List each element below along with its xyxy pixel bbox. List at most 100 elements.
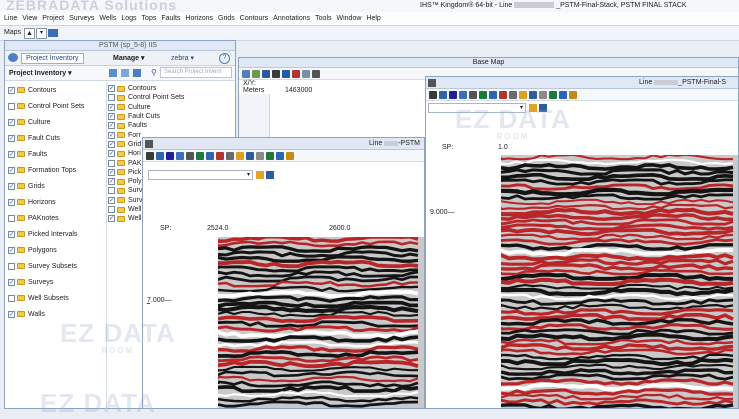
checkbox[interactable]: ✓ <box>108 168 115 176</box>
sub-item[interactable]: ✓ Faults <box>108 121 158 130</box>
inventory-item[interactable]: ✓ Polygons <box>8 244 103 256</box>
checkbox[interactable] <box>8 294 15 302</box>
menu-wells[interactable]: Wells <box>99 15 116 22</box>
sub-item[interactable]: Control Point Sets <box>108 93 184 102</box>
globe-icon[interactable] <box>262 69 270 78</box>
save-icon[interactable] <box>242 69 250 78</box>
toolbar-tool-icon[interactable] <box>549 90 557 99</box>
checkbox[interactable]: ✓ <box>108 196 115 204</box>
menu-surveys[interactable]: Surveys <box>69 15 94 22</box>
checkbox[interactable]: ✓ <box>8 230 15 238</box>
ruler-icon[interactable] <box>312 69 320 78</box>
checkbox[interactable]: ✓ <box>8 134 15 142</box>
toolbar-tool-icon[interactable] <box>489 90 497 99</box>
color-bar-icon[interactable] <box>292 69 300 78</box>
sub-item[interactable]: ✓ Contours <box>108 84 158 93</box>
toolbar-tool-icon[interactable] <box>499 90 507 99</box>
toolbar-tool-icon[interactable] <box>509 90 517 99</box>
toolbar-tool-icon[interactable] <box>146 151 154 160</box>
layers-icon[interactable] <box>121 69 129 77</box>
project-inventory-tab[interactable]: Project Inventory <box>21 53 84 64</box>
toolbar-tool-icon[interactable] <box>156 151 164 160</box>
toolbar-tool-icon[interactable] <box>559 90 567 99</box>
toolbar-tool-icon[interactable] <box>539 90 547 99</box>
menu-view[interactable]: View <box>22 15 37 22</box>
inventory-item[interactable]: ✓ Fault Cuts <box>8 132 103 144</box>
menu-annotations[interactable]: Annotations <box>273 15 310 22</box>
toolbar-tool-icon[interactable] <box>166 151 174 160</box>
inventory-item[interactable]: Well Subsets <box>8 292 103 304</box>
menu-tops[interactable]: Tops <box>142 15 157 22</box>
checkbox[interactable]: ✓ <box>108 150 115 158</box>
menu-horizons[interactable]: Horizons <box>185 15 213 22</box>
checkbox[interactable]: ✓ <box>8 278 15 286</box>
checkbox[interactable]: ✓ <box>108 131 115 139</box>
inventory-item[interactable]: PAKnotes <box>8 212 103 224</box>
right-seismic-section[interactable] <box>501 155 738 408</box>
chart-icon[interactable] <box>282 69 290 78</box>
menu-logs[interactable]: Logs <box>121 15 136 22</box>
inventory-item[interactable]: ✓ Culture <box>8 116 103 128</box>
toolbar-tool-icon[interactable] <box>236 151 244 160</box>
toolbar-tool-icon[interactable] <box>479 90 487 99</box>
checkbox[interactable]: ✓ <box>108 113 115 121</box>
checkbox[interactable] <box>8 214 15 222</box>
checkbox[interactable]: ✓ <box>8 118 15 126</box>
inventory-item[interactable]: ✓ Surveys <box>8 276 103 288</box>
manage-button[interactable]: Manage ▾ <box>113 54 145 62</box>
checkbox[interactable]: ✓ <box>108 122 115 130</box>
toolbar-tool-icon[interactable] <box>439 90 447 99</box>
inventory-item[interactable]: ✓ Grids <box>8 180 103 192</box>
sub-item[interactable]: ✓ Culture <box>108 103 158 112</box>
toolbar-tool-icon[interactable] <box>569 90 577 99</box>
search-input[interactable]: ⚲ Search Project Invent <box>151 67 232 78</box>
horizon-select[interactable]: ▾ <box>148 170 253 180</box>
checkbox[interactable]: ✓ <box>108 215 115 223</box>
checkbox[interactable]: ✓ <box>108 178 115 186</box>
checkbox[interactable]: ✓ <box>8 86 15 94</box>
toolbar-tool-icon[interactable] <box>449 90 457 99</box>
inventory-item[interactable]: ✓ Horizons <box>8 196 103 208</box>
sort-icon[interactable] <box>133 69 141 77</box>
toolbar-tool-icon[interactable] <box>469 90 477 99</box>
checkbox[interactable] <box>108 206 115 213</box>
grid-icon[interactable] <box>272 69 280 78</box>
toolbar-tool-icon[interactable] <box>429 90 437 99</box>
checkbox[interactable]: ✓ <box>108 85 115 93</box>
inventory-item[interactable]: Control Point Sets <box>8 100 103 112</box>
menu-grids[interactable]: Grids <box>218 15 235 22</box>
toolbar-tool-icon[interactable] <box>519 90 527 99</box>
checkbox[interactable]: ✓ <box>8 150 15 158</box>
checkbox[interactable]: ✓ <box>108 140 115 148</box>
toolbar-tool-icon[interactable] <box>256 151 264 160</box>
checkbox[interactable] <box>8 262 15 270</box>
checkbox[interactable]: ✓ <box>8 198 15 206</box>
checkbox[interactable] <box>108 94 115 102</box>
open-map-icon[interactable] <box>48 29 58 37</box>
checkbox[interactable]: ✓ <box>8 310 15 318</box>
toolbar-tool-icon[interactable] <box>266 151 274 160</box>
menu-faults[interactable]: Faults <box>161 15 180 22</box>
pointer-icon[interactable]: ▲ <box>24 28 35 39</box>
inventory-item[interactable]: Survey Subsets <box>8 260 103 272</box>
layers-icon[interactable] <box>252 69 260 78</box>
back-icon[interactable] <box>8 53 18 62</box>
zebra-button[interactable]: zebra ▾ <box>171 54 194 62</box>
toolbar-tool-icon[interactable] <box>276 151 284 160</box>
inventory-item[interactable]: ✓ Contours <box>8 84 103 96</box>
toolbar-tool-icon[interactable] <box>246 151 254 160</box>
inventory-item[interactable]: ✓ Faults <box>8 148 103 160</box>
toolbar-tool-icon[interactable] <box>529 90 537 99</box>
sub-item[interactable]: ✓ Fault Cuts <box>108 112 160 121</box>
menu-project[interactable]: Project <box>42 15 64 22</box>
menu-line[interactable]: Line <box>4 15 17 22</box>
checkbox[interactable]: ✓ <box>8 166 15 174</box>
seismic-section[interactable] <box>218 237 424 408</box>
checkbox[interactable] <box>8 102 15 110</box>
checkbox[interactable] <box>108 187 115 195</box>
chevron-down-icon[interactable]: ▾ <box>36 28 47 39</box>
checkbox[interactable] <box>108 159 115 167</box>
toolbar-tool-icon[interactable] <box>206 151 214 160</box>
project-inventory-dropdown[interactable]: Project Inventory ▾ <box>9 69 72 77</box>
menu-window[interactable]: Window <box>337 15 362 22</box>
